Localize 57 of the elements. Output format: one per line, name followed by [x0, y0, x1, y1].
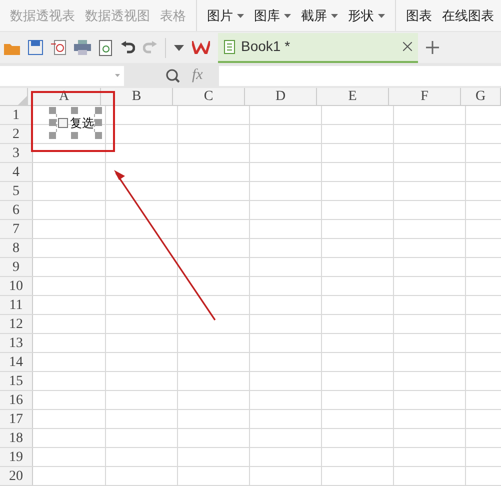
ribbon-button[interactable]: 截屏 — [301, 6, 338, 26]
redo-icon[interactable] — [143, 40, 157, 54]
row-header[interactable]: 19 — [0, 448, 33, 466]
column-header[interactable]: F — [389, 88, 461, 105]
ribbon-button[interactable]: 图表 — [406, 6, 432, 26]
row-header[interactable]: 2 — [0, 125, 33, 143]
column-header[interactable]: E — [317, 88, 389, 105]
row-header[interactable]: 11 — [0, 296, 33, 314]
caret-icon — [331, 14, 338, 18]
logo-icon[interactable] — [192, 41, 210, 54]
ribbon-button[interactable]: 图片 — [207, 6, 244, 26]
row-header[interactable]: 6 — [0, 201, 33, 219]
row-header[interactable]: 3 — [0, 144, 33, 162]
formula-field[interactable] — [218, 66, 501, 86]
column-header[interactable]: D — [245, 88, 317, 105]
checkbox[interactable] — [58, 118, 68, 128]
document-title: Book1 * — [241, 37, 292, 56]
plus-icon[interactable] — [426, 41, 439, 54]
printer-icon[interactable] — [74, 40, 91, 55]
row-header[interactable]: 14 — [0, 353, 33, 371]
export-icon[interactable] — [51, 40, 66, 55]
row-header[interactable]: 4 — [0, 163, 33, 181]
ribbon-button[interactable]: 在线图表 — [442, 6, 494, 26]
caret-icon — [284, 14, 291, 18]
zoom-icon[interactable] — [166, 68, 180, 82]
close-icon[interactable] — [403, 42, 412, 51]
row-header[interactable]: 12 — [0, 315, 33, 333]
caret-icon — [378, 14, 385, 18]
document-tab[interactable]: Book1 * — [218, 32, 418, 62]
row-header[interactable]: 20 — [0, 467, 33, 485]
save-icon[interactable] — [28, 40, 43, 55]
name-box[interactable] — [0, 66, 124, 86]
column-header[interactable]: C — [173, 88, 245, 105]
column-header[interactable]: B — [101, 88, 173, 105]
row-header[interactable]: 5 — [0, 182, 33, 200]
resize-handle[interactable] — [71, 132, 78, 139]
checkbox-label: 复选 — [70, 115, 94, 132]
row-header[interactable]: 1 — [0, 106, 33, 124]
row-header[interactable]: 18 — [0, 429, 33, 447]
caret-icon — [115, 74, 120, 77]
ribbon-button[interactable]: 形状 — [348, 6, 385, 26]
print-preview-icon[interactable] — [99, 40, 113, 56]
resize-handle[interactable] — [71, 107, 78, 114]
row-header[interactable]: 9 — [0, 258, 33, 276]
row-header[interactable]: 15 — [0, 372, 33, 390]
row-header[interactable]: 16 — [0, 391, 33, 409]
caret-icon — [237, 14, 244, 18]
document-icon — [224, 40, 235, 54]
row-header[interactable]: 7 — [0, 220, 33, 238]
row-header[interactable]: 17 — [0, 410, 33, 428]
undo-icon[interactable] — [121, 40, 135, 54]
ribbon-button[interactable]: 图库 — [254, 6, 291, 26]
row-header[interactable]: 10 — [0, 277, 33, 295]
caret-icon[interactable] — [174, 44, 184, 50]
row-header[interactable]: 13 — [0, 334, 33, 352]
column-header[interactable]: G — [461, 88, 501, 105]
row-header[interactable]: 8 — [0, 239, 33, 257]
